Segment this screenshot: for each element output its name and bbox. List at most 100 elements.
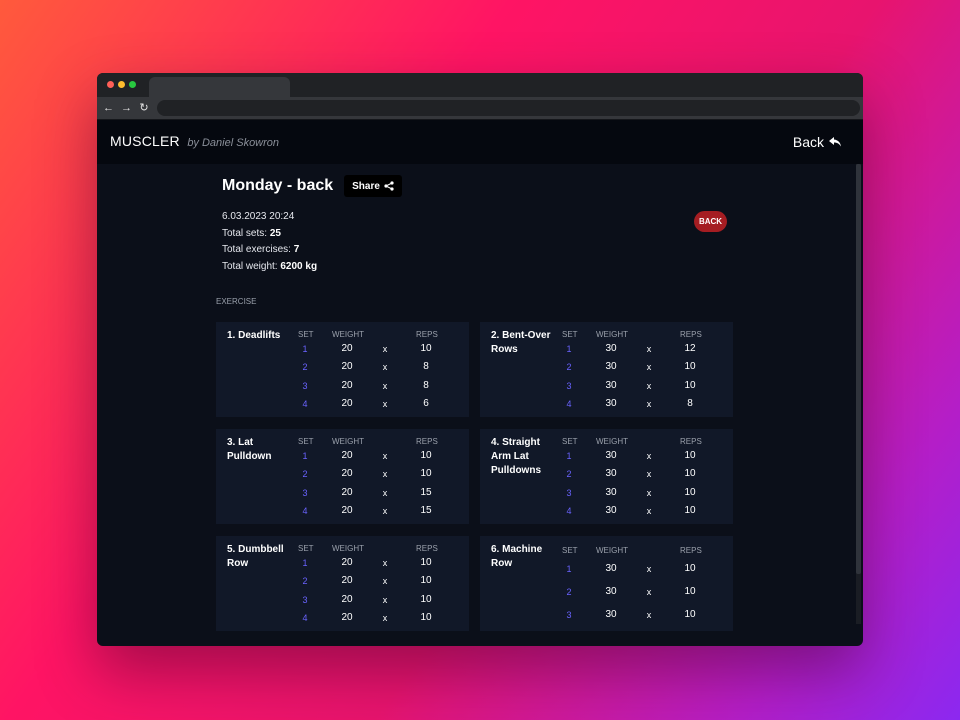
set-reps: 15	[420, 486, 432, 498]
column-header-reps: REPS	[680, 437, 702, 446]
set-weight: 20	[341, 486, 353, 498]
share-button[interactable]: Share	[344, 175, 402, 197]
set-number: 2	[302, 469, 308, 480]
set-reps: 10	[684, 563, 696, 574]
browser-tab[interactable]	[149, 77, 290, 97]
scrollbar[interactable]	[856, 164, 861, 624]
column-header-reps: REPS	[416, 330, 438, 339]
scrollbar-thumb[interactable]	[856, 164, 861, 574]
set-row: 2 20 x 8	[216, 361, 469, 375]
total-exercises-value: 7	[293, 244, 300, 255]
set-weight: 30	[605, 379, 617, 391]
exercise-card: 4. Straight Arm Lat Pulldowns SET WEIGHT RE…	[480, 429, 733, 524]
set-reps: 10	[684, 450, 696, 461]
times-sign: x	[646, 362, 652, 373]
exercise-card: 5. Dumbbell Row SET WEIGHT REPS 1 20 x 10 2 20 x 10…	[216, 536, 469, 631]
set-reps: 10	[420, 450, 432, 461]
set-weight: 20	[341, 361, 353, 373]
set-reps: 10	[684, 379, 696, 391]
arrow-left-icon[interactable]: ←	[103, 102, 114, 114]
minimize-window-button[interactable]	[118, 81, 125, 88]
browser-toolbar: ← → ↻	[97, 97, 863, 119]
set-reps: 10	[684, 361, 696, 373]
times-sign: x	[382, 505, 388, 516]
set-number: 2	[566, 362, 572, 373]
column-header-reps: REPS	[416, 544, 438, 553]
brand[interactable]: MUSCLER by Daniel Skowron	[110, 133, 279, 151]
set-row: 3 20 x 10	[216, 594, 469, 608]
set-reps: 10	[420, 468, 432, 480]
set-number: 3	[302, 487, 308, 498]
column-header-weight: WEIGHT	[596, 546, 628, 555]
set-reps: 6	[423, 397, 429, 409]
times-sign: x	[382, 558, 388, 568]
set-row: 2 20 x 10	[216, 575, 469, 589]
set-weight: 30	[605, 361, 617, 373]
set-number: 3	[566, 487, 572, 498]
times-sign: x	[382, 487, 388, 498]
set-weight: 20	[341, 450, 353, 461]
arrow-right-icon[interactable]: →	[121, 102, 132, 114]
category-badge[interactable]: BACK	[694, 211, 727, 232]
times-sign: x	[382, 344, 388, 354]
total-weight-value: 6200 kg	[280, 260, 318, 272]
address-bar[interactable]	[157, 100, 860, 116]
set-number: 3	[302, 594, 308, 605]
times-sign: x	[646, 469, 652, 480]
close-window-button[interactable]	[107, 81, 114, 88]
total-exercises-label: Total exercises:	[222, 244, 291, 255]
times-sign: x	[646, 610, 652, 620]
column-header-reps: REPS	[416, 437, 438, 446]
set-reps: 12	[684, 343, 696, 354]
set-reps: 10	[684, 468, 696, 480]
set-weight: 20	[341, 611, 353, 623]
set-number: 4	[302, 612, 308, 623]
set-weight: 20	[341, 397, 353, 409]
set-weight: 20	[341, 468, 353, 480]
times-sign: x	[382, 380, 388, 391]
column-header-weight: WEIGHT	[596, 437, 628, 446]
set-weight: 30	[605, 486, 617, 498]
set-number: 2	[302, 362, 308, 373]
set-row: 4 20 x 15	[216, 505, 469, 519]
share-label: Share	[352, 180, 380, 192]
set-number: 1	[566, 344, 572, 354]
set-reps: 15	[420, 504, 432, 516]
set-reps: 8	[423, 361, 429, 373]
times-sign: x	[646, 564, 652, 574]
set-weight: 30	[605, 609, 617, 620]
set-row: 3 30 x 10	[480, 609, 733, 623]
workout-title-row: Monday - back Share	[222, 175, 402, 197]
set-reps: 10	[684, 504, 696, 516]
column-header-set: SET	[562, 546, 578, 555]
set-row: 4 20 x 6	[216, 398, 469, 412]
exercise-card: 2. Bent-Over Rows SET WEIGHT REPS 1 30 x 12 2 30 x…	[480, 322, 733, 417]
total-sets-label: Total sets:	[222, 227, 268, 239]
times-sign: x	[382, 612, 388, 623]
set-weight: 30	[605, 397, 617, 409]
total-weight: Total weight: 6200 kg	[222, 259, 317, 276]
column-header-set: SET	[298, 330, 314, 339]
times-sign: x	[382, 469, 388, 480]
set-row: 1 20 x 10	[216, 450, 469, 464]
set-weight: 30	[605, 343, 617, 354]
share-icon	[384, 181, 394, 191]
set-row: 3 30 x 10	[480, 487, 733, 501]
set-weight: 20	[341, 504, 353, 516]
set-reps: 10	[420, 593, 432, 605]
times-sign: x	[382, 451, 388, 461]
reload-icon[interactable]: ↻	[139, 102, 149, 114]
app-header: MUSCLER by Daniel Skowron Back	[97, 119, 863, 164]
column-header-set: SET	[298, 437, 314, 446]
set-number: 4	[302, 398, 308, 409]
set-weight: 20	[341, 343, 353, 354]
back-button[interactable]: Back	[793, 134, 841, 150]
set-number: 1	[302, 344, 308, 354]
set-weight: 30	[605, 563, 617, 574]
set-row: 4 20 x 10	[216, 612, 469, 626]
maximize-window-button[interactable]	[129, 81, 136, 88]
set-reps: 10	[420, 611, 432, 623]
set-weight: 30	[605, 468, 617, 480]
times-sign: x	[646, 487, 652, 498]
browser-titlebar	[97, 73, 863, 97]
